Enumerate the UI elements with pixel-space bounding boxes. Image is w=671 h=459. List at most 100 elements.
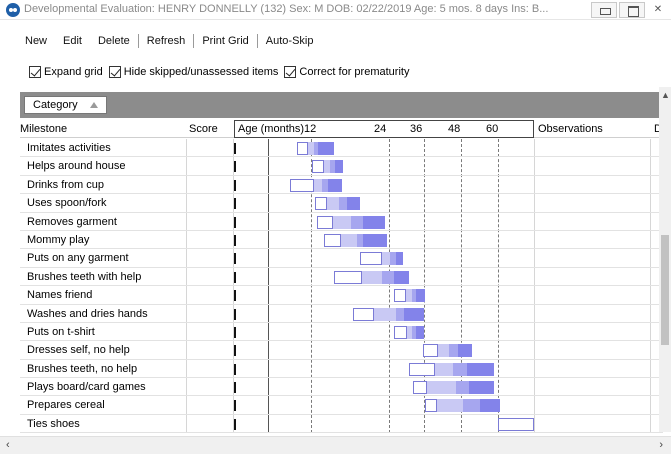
milestone-name: Imitates activities bbox=[27, 142, 111, 154]
scroll-right-icon[interactable]: › bbox=[659, 439, 663, 451]
milestone-name: Puts on t-shirt bbox=[27, 325, 95, 338]
vertical-scrollbar[interactable]: ▲ bbox=[659, 87, 671, 432]
milestone-name: Brushes teeth with help bbox=[27, 270, 142, 283]
app-icon bbox=[6, 3, 20, 17]
age-range-bar bbox=[290, 178, 342, 192]
age-range-bar bbox=[498, 417, 534, 431]
menu-refresh[interactable]: Refresh bbox=[139, 35, 194, 47]
score-marker bbox=[234, 290, 236, 302]
hide-skipped-option[interactable]: Hide skipped/unassessed items bbox=[108, 66, 279, 78]
age-range-bar bbox=[297, 142, 334, 155]
table-row[interactable]: Ties shoes bbox=[20, 415, 663, 434]
title-bar: Developmental Evaluation: HENRY DONNELLY… bbox=[0, 0, 671, 20]
minimize-button[interactable] bbox=[591, 2, 617, 18]
group-by-label: Category bbox=[33, 99, 78, 111]
milestone-name: Uses spoon/fork bbox=[27, 197, 107, 210]
age-range-bar bbox=[394, 325, 424, 339]
hide-skipped-label: Hide skipped/unassessed items bbox=[123, 66, 279, 78]
age-range-bar bbox=[394, 289, 425, 303]
menu-delete[interactable]: Delete bbox=[90, 35, 138, 47]
table-row[interactable]: Helps around house bbox=[20, 157, 663, 176]
milestone-name: Brushes teeth, no help bbox=[27, 362, 138, 375]
age-range-bar bbox=[315, 197, 360, 211]
milestone-name: Helps around house bbox=[27, 160, 126, 173]
table-row[interactable]: Uses spoon/fork bbox=[20, 194, 663, 213]
milestone-name: Ties shoes bbox=[27, 417, 80, 430]
score-marker bbox=[234, 363, 236, 375]
menu-edit[interactable]: Edit bbox=[55, 35, 90, 47]
milestone-name: Mommy play bbox=[27, 233, 90, 246]
table-row[interactable]: Prepares cereal bbox=[20, 396, 663, 415]
correct-prematurity-label: Correct for prematurity bbox=[299, 66, 410, 78]
score-marker bbox=[234, 326, 236, 338]
scroll-up-icon[interactable]: ▲ bbox=[661, 90, 670, 100]
table-row[interactable]: Dresses self, no help bbox=[20, 341, 663, 360]
milestone-name: Names friend bbox=[27, 289, 93, 302]
menu-new[interactable]: New bbox=[0, 35, 55, 47]
age-range-bar bbox=[334, 270, 409, 284]
milestone-name: Washes and dries hands bbox=[27, 307, 148, 320]
menu-print-grid[interactable]: Print Grid bbox=[194, 35, 256, 47]
age-tick-48: 48 bbox=[448, 123, 461, 135]
table-row[interactable]: Washes and dries hands bbox=[20, 305, 663, 323]
score-marker bbox=[234, 198, 236, 210]
hide-skipped-checkbox[interactable] bbox=[108, 66, 121, 78]
milestone-name: Prepares cereal bbox=[27, 399, 105, 412]
horizontal-scrollbar[interactable]: ‹ › bbox=[0, 436, 671, 454]
correct-prematurity-checkbox[interactable] bbox=[284, 66, 297, 78]
table-row[interactable]: Brushes teeth with help bbox=[20, 268, 663, 287]
age-range-bar bbox=[409, 362, 494, 376]
group-by-category-chip[interactable]: Category bbox=[24, 96, 107, 114]
age-tick-24: 24 bbox=[374, 123, 387, 135]
sort-ascending-icon bbox=[89, 102, 98, 108]
table-row[interactable]: Mommy play bbox=[20, 231, 663, 250]
age-range-bar bbox=[324, 233, 387, 247]
vertical-scroll-thumb[interactable] bbox=[661, 235, 669, 345]
age-tick-60: 60 bbox=[486, 123, 499, 135]
column-header-age[interactable]: Age (months) 12 24 36 48 60 bbox=[234, 120, 534, 138]
grid-header: Milestone Score Age (months) 12 24 36 48… bbox=[20, 120, 663, 138]
expand-grid-checkbox[interactable] bbox=[29, 66, 41, 78]
milestone-name: Dresses self, no help bbox=[27, 344, 130, 357]
score-marker bbox=[234, 216, 236, 228]
maximize-button[interactable] bbox=[619, 2, 645, 18]
score-marker bbox=[234, 345, 236, 357]
table-row[interactable]: Plays board/card games bbox=[20, 378, 663, 397]
table-row[interactable]: Removes garment bbox=[20, 213, 663, 231]
column-header-milestone[interactable]: Milestone bbox=[20, 123, 67, 135]
age-range-bar bbox=[360, 252, 403, 266]
score-marker bbox=[234, 234, 236, 246]
table-row[interactable]: Imitates activities bbox=[20, 139, 663, 158]
table-row[interactable]: Brushes teeth, no help bbox=[20, 360, 663, 379]
score-marker bbox=[234, 143, 236, 154]
grid-rows: Imitates activities Helps around house D… bbox=[20, 139, 663, 434]
score-marker bbox=[234, 253, 236, 265]
table-row[interactable]: Puts on t-shirt bbox=[20, 323, 663, 342]
menu-auto-skip[interactable]: Auto-Skip bbox=[258, 35, 322, 47]
column-header-score[interactable]: Score bbox=[189, 123, 218, 135]
scroll-left-icon[interactable]: ‹ bbox=[6, 439, 10, 451]
age-tick-12: 12 bbox=[304, 123, 317, 135]
age-range-bar bbox=[312, 160, 343, 174]
score-marker bbox=[234, 179, 236, 191]
expand-grid-label: Expand grid bbox=[44, 66, 103, 78]
milestone-grid: Milestone Score Age (months) 12 24 36 48… bbox=[20, 120, 663, 434]
close-button[interactable]: ✕ bbox=[647, 2, 669, 18]
table-row[interactable]: Names friend bbox=[20, 286, 663, 305]
expand-grid-option[interactable]: Expand grid bbox=[29, 66, 103, 78]
age-tick-36: 36 bbox=[410, 123, 423, 135]
menu-bar: New Edit Delete Refresh Print Grid Auto-… bbox=[0, 33, 321, 49]
age-range-bar bbox=[413, 381, 494, 395]
table-row[interactable]: Puts on any garment bbox=[20, 249, 663, 268]
table-row[interactable]: Drinks from cup bbox=[20, 176, 663, 195]
window-title: Developmental Evaluation: HENRY DONNELLY… bbox=[24, 3, 549, 15]
correct-prematurity-option[interactable]: Correct for prematurity bbox=[284, 66, 409, 78]
age-range-bar bbox=[353, 307, 424, 321]
milestone-name: Puts on any garment bbox=[27, 252, 129, 265]
milestone-name: Removes garment bbox=[27, 215, 117, 228]
age-range-bar bbox=[317, 215, 385, 229]
group-by-panel: Category bbox=[20, 92, 663, 118]
score-marker bbox=[234, 400, 236, 412]
score-marker bbox=[234, 271, 236, 283]
column-header-observations[interactable]: Observations bbox=[538, 123, 603, 135]
